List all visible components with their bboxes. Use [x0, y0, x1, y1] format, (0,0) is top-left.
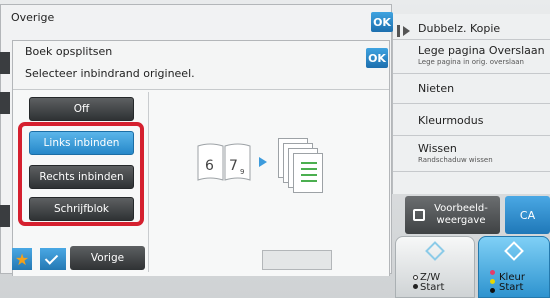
- divider: [148, 92, 149, 272]
- menu-item-nieten[interactable]: Nieten: [393, 74, 550, 104]
- indicator-dot-icon: [490, 270, 495, 275]
- page-icon: [293, 153, 323, 193]
- indicator-dot-icon: [490, 279, 495, 284]
- indicator-dot-icon: [490, 288, 495, 293]
- overige-ok-button[interactable]: OK: [371, 12, 393, 32]
- menu-item-sublabel: Randschaduw wissen: [418, 156, 493, 164]
- bw-start-button[interactable]: Z/W Start: [395, 236, 475, 298]
- selection-highlight-frame: [18, 122, 144, 226]
- right-function-menu: Dubbelz. Kopie Lege pagina Overslaan Leg…: [392, 14, 550, 194]
- menu-item-sublabel: Lege pagina in orig. overslaan: [418, 58, 524, 66]
- page-line: [301, 174, 317, 176]
- favorite-star-button[interactable]: ★: [12, 248, 32, 270]
- indicator-dot-icon: [413, 275, 418, 280]
- color-start-button[interactable]: Kleur Start: [478, 236, 550, 298]
- menu-item-wissen[interactable]: Wissen Randschaduw wissen: [393, 136, 550, 172]
- menu-item-kleurmodus[interactable]: Kleurmodus: [393, 104, 550, 136]
- preview-button-label: Voorbeeld-weergave: [434, 203, 488, 226]
- arrow-right-icon: [259, 157, 267, 167]
- menu-item-label: Nieten: [418, 82, 455, 95]
- vorige-button[interactable]: Vorige: [70, 246, 145, 270]
- indicator-dot-icon: [413, 284, 418, 289]
- start-diamond-icon: [504, 241, 524, 261]
- page-line: [301, 180, 317, 182]
- page-line: [301, 168, 317, 170]
- clear-all-button[interactable]: CA: [505, 196, 550, 234]
- check-button[interactable]: [40, 248, 66, 270]
- open-book-icon: 6 7 9: [197, 143, 251, 181]
- overige-dialog-title: Overige: [11, 11, 55, 24]
- left-edge-tab: [0, 92, 10, 114]
- star-icon: ★: [14, 249, 30, 269]
- check-icon: [44, 251, 59, 265]
- boek-opsplitsen-ok-button[interactable]: OK: [366, 48, 388, 68]
- menu-item-label: Dubbelz. Kopie: [418, 22, 501, 35]
- menu-item-label: Kleurmodus: [418, 114, 484, 127]
- start-diamond-icon: [425, 241, 445, 261]
- color-start-label-line2: Start: [499, 282, 524, 293]
- book-page-number-small: 9: [240, 168, 244, 176]
- mini-preview-thumbnail: [262, 250, 332, 270]
- book-page-number-right: 7: [229, 158, 238, 174]
- preview-button[interactable]: Voorbeeld-weergave: [405, 196, 500, 234]
- boek-opsplitsen-title: Boek opsplitsen: [25, 45, 113, 58]
- bw-start-label-line2: Start: [420, 282, 445, 293]
- option-off-button[interactable]: Off: [29, 97, 134, 121]
- preview-icon: [413, 209, 425, 221]
- instruction-text: Selecteer inbindrand origineel.: [25, 67, 195, 80]
- book-page-number-left: 6: [205, 158, 214, 174]
- menu-item-dubbelz-kopie[interactable]: Dubbelz. Kopie: [393, 14, 550, 40]
- menu-item-label: Wissen: [418, 142, 457, 155]
- play-arrow-icon: [403, 26, 410, 36]
- play-bar-icon: [397, 25, 400, 37]
- menu-item-lege-pagina-overslaan[interactable]: Lege pagina Overslaan Lege pagina in ori…: [393, 40, 550, 74]
- left-edge-tab: [0, 52, 10, 74]
- page-line: [301, 162, 317, 164]
- menu-item-label: Lege pagina Overslaan: [418, 44, 545, 57]
- left-edge-tab: [0, 205, 10, 227]
